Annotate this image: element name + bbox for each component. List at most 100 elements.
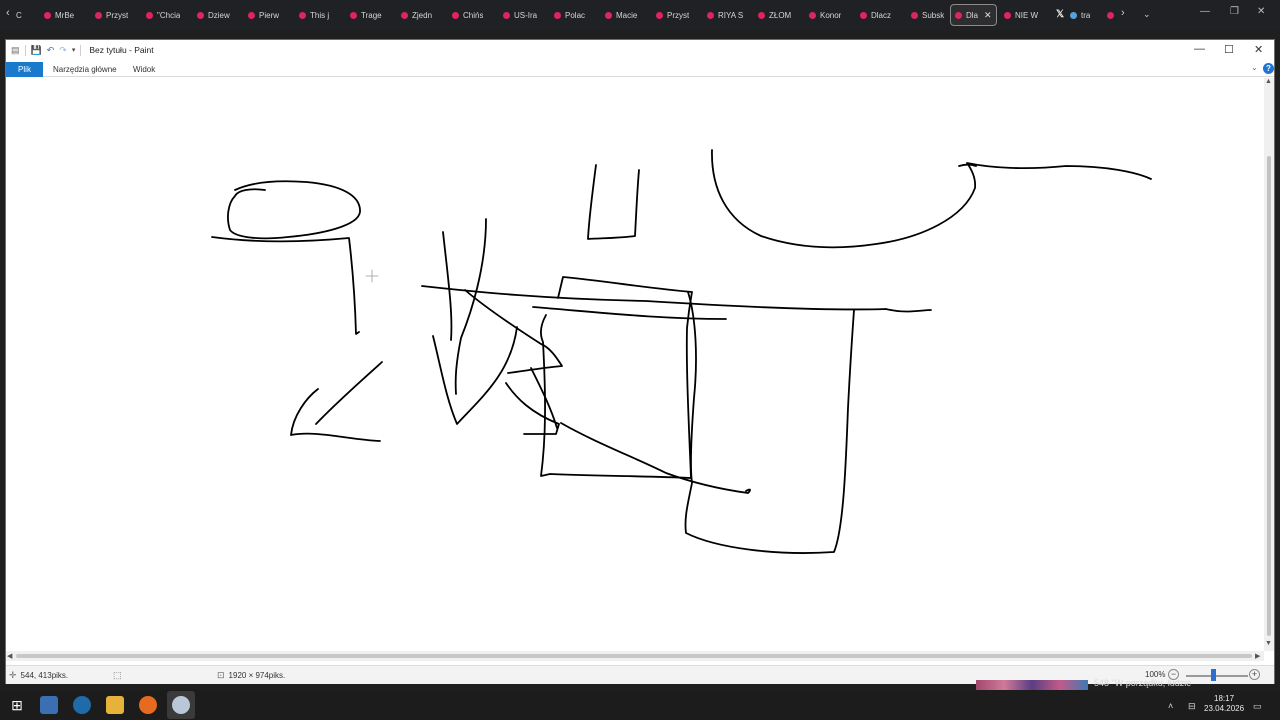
- zoom-slider-thumb[interactable]: [1211, 669, 1216, 681]
- youtube-icon: [248, 11, 255, 19]
- browser-minimize-icon[interactable]: —: [1200, 6, 1210, 17]
- file-explorer-icon[interactable]: [106, 696, 124, 714]
- clock-date: 23.04.2026: [1204, 704, 1245, 713]
- firefox-icon[interactable]: [139, 696, 157, 714]
- x-icon: 𝕏: [1056, 9, 1065, 20]
- tab-11[interactable]: US-Ira: [499, 4, 547, 26]
- tab-label: Przyst: [106, 10, 129, 20]
- tab-label: Dla: [966, 10, 979, 20]
- tab-label: Dlacz: [871, 10, 892, 20]
- browser-tab-strip: ‹ C MrBe Przyst "Chcia Dziew Pierw This …: [0, 0, 1280, 30]
- undo-icon[interactable]: ↶: [47, 45, 55, 56]
- vertical-scrollbar[interactable]: ▲ ▼: [1264, 78, 1274, 651]
- scribble-stroke: [539, 276, 693, 479]
- youtube-icon: [44, 11, 51, 19]
- horizontal-scrollbar[interactable]: ◀ ▶: [6, 651, 1264, 661]
- monitor-app-icon[interactable]: [40, 696, 58, 714]
- paint-window: ▤ 💾 ↶ ↷ ▾ Bez tytułu - Paint — ☐ ✕ Plik …: [5, 39, 1275, 684]
- tab-22[interactable]: 𝕏 tra: [1052, 4, 1100, 26]
- tab-list-chevron-down-icon[interactable]: ⌄: [1143, 9, 1151, 20]
- tab-4[interactable]: "Chcia: [142, 4, 190, 26]
- save-icon[interactable]: 💾: [31, 45, 42, 56]
- zoom-slider-track[interactable]: [1186, 675, 1248, 677]
- redo-icon[interactable]: ↷: [59, 45, 67, 56]
- tab-label: Przyst: [667, 10, 690, 20]
- system-clock[interactable]: 18:17 23.04.2026: [1204, 694, 1244, 714]
- youtube-icon: [656, 11, 663, 19]
- paint-app-icon: ▤: [11, 44, 20, 55]
- scribble-stroke: [958, 163, 977, 167]
- zoom-in-icon[interactable]: +: [1249, 669, 1260, 680]
- tab-12[interactable]: Polac: [550, 4, 598, 26]
- browser-restore-icon[interactable]: ❐: [1230, 6, 1239, 17]
- tab-17[interactable]: Konor: [805, 4, 853, 26]
- tab-15[interactable]: RIYA S: [703, 4, 751, 26]
- scroll-up-icon[interactable]: ▲: [1265, 78, 1272, 85]
- vertical-scroll-thumb[interactable]: [1267, 156, 1271, 636]
- tab-19[interactable]: Subsk: [907, 4, 947, 26]
- tab-5[interactable]: Dziew: [193, 4, 241, 26]
- minimize-icon[interactable]: —: [1194, 43, 1205, 55]
- drawing-canvas[interactable]: [6, 78, 1264, 651]
- scroll-tabs-right-icon[interactable]: ›: [1121, 7, 1125, 19]
- start-windows-icon[interactable]: ⊞: [8, 696, 26, 714]
- close-icon[interactable]: ✕: [1254, 43, 1263, 56]
- help-icon[interactable]: ?: [1263, 63, 1274, 74]
- scribble-stroke: [560, 422, 751, 494]
- crosshair-cursor-icon: [365, 269, 379, 283]
- tab-7[interactable]: This j: [295, 4, 343, 26]
- tab-3[interactable]: Przyst: [91, 4, 139, 26]
- scroll-tabs-left-icon[interactable]: ‹: [6, 7, 10, 19]
- tab-label: Pierw: [259, 10, 280, 20]
- scroll-right-icon[interactable]: ▶: [1255, 652, 1260, 660]
- tab-file[interactable]: Plik: [6, 62, 43, 77]
- horizontal-scroll-thumb[interactable]: [16, 654, 1252, 658]
- tab-9[interactable]: Zjedn: [397, 4, 445, 26]
- youtube-icon: [860, 11, 867, 19]
- youtube-icon: [401, 11, 408, 19]
- divider: [24, 44, 26, 56]
- tab-2[interactable]: MrBe: [40, 4, 88, 26]
- youtube-icon: [350, 11, 357, 19]
- customize-toolbar-chevron-icon[interactable]: ▾: [72, 46, 76, 54]
- show-hidden-icons-chevron-icon[interactable]: ˄: [1168, 701, 1173, 711]
- tab-home[interactable]: Narzędzia główne: [53, 62, 117, 77]
- tab-10[interactable]: Chińs: [448, 4, 496, 26]
- scribble-stroke: [290, 361, 383, 442]
- paint-app-icon[interactable]: [172, 696, 190, 714]
- paint-title-bar: ▤ 💾 ↶ ↷ ▾ Bez tytułu - Paint — ☐ ✕: [6, 40, 1274, 60]
- tab-8[interactable]: Trage: [346, 4, 394, 26]
- desktop-screen: ‹ C MrBe Przyst "Chcia Dziew Pierw This …: [0, 0, 1280, 720]
- selection-size: ⬚: [113, 670, 122, 681]
- maximize-icon[interactable]: ☐: [1224, 43, 1234, 56]
- browser-close-icon[interactable]: ✕: [1257, 6, 1265, 17]
- steam-icon[interactable]: [73, 696, 91, 714]
- tab-view[interactable]: Widok: [133, 62, 155, 77]
- youtube-icon: [452, 11, 459, 19]
- expand-ribbon-chevron-icon[interactable]: ⌄: [1251, 63, 1258, 72]
- tab-close-icon[interactable]: ✕: [984, 10, 992, 21]
- youtube-icon: [707, 11, 714, 19]
- tab-label: Subsk: [922, 10, 945, 20]
- selection-icon: ⬚: [113, 670, 122, 680]
- tab-1[interactable]: C: [12, 4, 40, 26]
- canvas-size: ⊡ 1920 × 974piks.: [217, 670, 285, 681]
- network-icon[interactable]: ⊟: [1188, 701, 1196, 712]
- tab-13[interactable]: Macie: [601, 4, 649, 26]
- tab-label: This j: [310, 10, 330, 20]
- canvas-drawing: [211, 149, 1152, 554]
- tab-14[interactable]: Przyst: [652, 4, 700, 26]
- tab-18[interactable]: Dlacz: [856, 4, 904, 26]
- youtube-icon: [554, 11, 561, 19]
- scroll-down-icon[interactable]: ▼: [1265, 640, 1272, 647]
- scroll-left-icon[interactable]: ◀: [7, 652, 12, 660]
- tab-16[interactable]: ZŁOM: [754, 4, 802, 26]
- tab-6[interactable]: Pierw: [244, 4, 292, 26]
- scribble-stroke: [684, 291, 855, 554]
- tab-20-active[interactable]: Dla ✕: [950, 4, 997, 26]
- tab-21[interactable]: NIE W: [1000, 4, 1048, 26]
- tab-23[interactable]: [1103, 4, 1119, 26]
- notifications-icon[interactable]: ▭: [1253, 701, 1262, 712]
- tab-label: C: [16, 10, 22, 20]
- scribble-stroke: [711, 149, 1152, 249]
